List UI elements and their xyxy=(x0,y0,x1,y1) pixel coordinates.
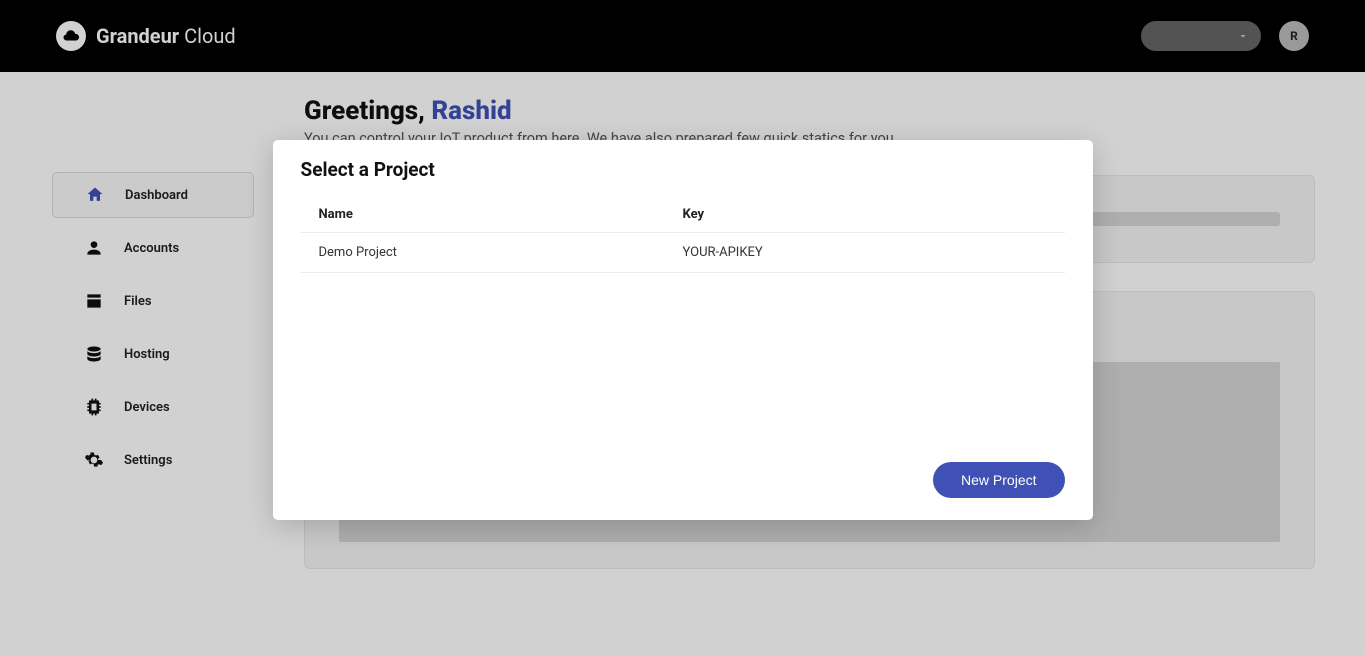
column-key: Key xyxy=(683,207,1047,222)
modal-overlay[interactable]: Select a Project Name Key Demo Project Y… xyxy=(0,0,1365,655)
project-table: Name Key Demo Project YOUR-APIKEY xyxy=(301,197,1065,456)
project-name: Demo Project xyxy=(319,245,683,260)
column-name: Name xyxy=(319,207,683,222)
table-row[interactable]: Demo Project YOUR-APIKEY xyxy=(301,233,1065,273)
modal-title: Select a Project xyxy=(301,158,1065,181)
project-key: YOUR-APIKEY xyxy=(683,245,1047,260)
modal-footer: New Project xyxy=(301,456,1065,498)
table-header: Name Key xyxy=(301,197,1065,233)
new-project-button[interactable]: New Project xyxy=(933,462,1064,498)
select-project-modal: Select a Project Name Key Demo Project Y… xyxy=(273,140,1093,520)
